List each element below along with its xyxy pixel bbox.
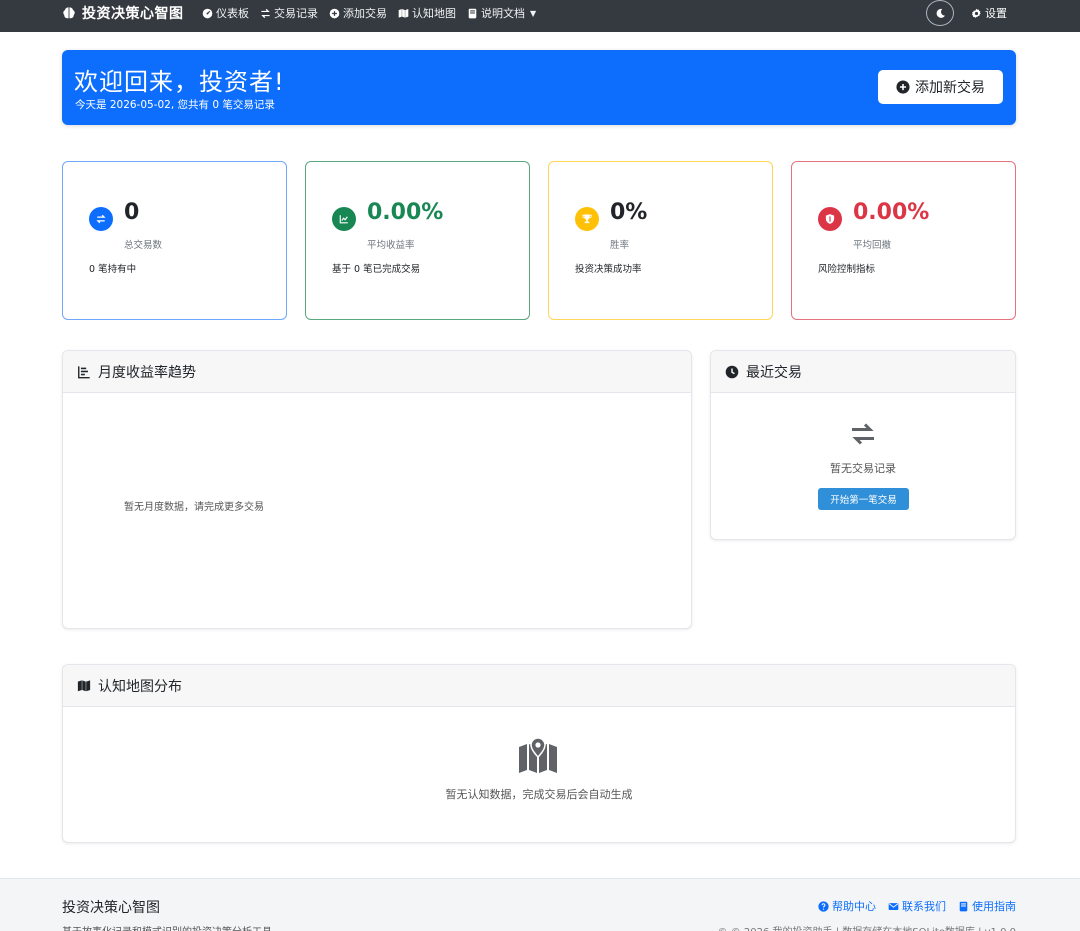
footer-link-guide[interactable]: 使用指南	[958, 898, 1016, 914]
footer-link-contact[interactable]: 联系我们	[888, 898, 946, 914]
nav-dashboard[interactable]: 仪表板	[202, 5, 249, 21]
nav-trades-label: 交易记录	[274, 7, 318, 20]
cognitive-map-panel: 认知地图分布 暂无认知数据，完成交易后会自动生成	[62, 664, 1016, 843]
start-first-trade-button[interactable]: 开始第一笔交易	[818, 488, 909, 510]
settings-label: 设置	[985, 7, 1007, 20]
footer-description: 基于故事化记录和模式识别的投资决策分析工具	[62, 923, 272, 931]
plus-circle-icon	[896, 80, 910, 94]
stat-value: 0.00%	[367, 200, 444, 225]
chart-line-icon	[332, 207, 356, 231]
add-new-trade-label: 添加新交易	[915, 80, 985, 96]
nav-cognitive-map[interactable]: 认知地图	[398, 5, 456, 21]
add-new-trade-button[interactable]: 添加新交易	[878, 70, 1003, 104]
envelope-icon	[888, 902, 899, 910]
recent-panel-title: 最近交易	[746, 364, 802, 381]
stat-label: 平均回撤	[853, 240, 892, 251]
book-icon	[468, 8, 477, 18]
stat-card-avg-drawdown: 0.00% 平均回撤 风险控制指标	[791, 161, 1016, 320]
stat-note: 风险控制指标	[818, 264, 876, 275]
welcome-banner: 欢迎回来，投资者! 今天是 2026-05-02, 您共有 0 笔交易记录 添加…	[62, 50, 1016, 125]
brain-icon	[63, 7, 75, 19]
clock-icon	[725, 365, 739, 378]
nav-add-trade[interactable]: 添加交易	[329, 5, 387, 21]
map-icon	[77, 679, 91, 691]
footer-link-help-label: 帮助中心	[832, 900, 876, 913]
nav-docs-label: 说明文档	[481, 7, 525, 20]
brand-title: 投资决策心智图	[82, 6, 184, 22]
stat-note: 基于 0 笔已完成交易	[332, 264, 421, 275]
cognitive-map-panel-title: 认知地图分布	[98, 678, 182, 695]
question-circle-icon	[818, 900, 829, 912]
top-navbar: 投资决策心智图 仪表板 交易记录 添加交易 认知地图 说明文档 ▼ 设置	[0, 0, 1080, 32]
stat-note: 投资决策成功率	[575, 264, 642, 275]
nav-trades[interactable]: 交易记录	[260, 5, 318, 21]
monthly-return-panel: 月度收益率趋势 暂无月度数据，请完成更多交易	[62, 350, 692, 629]
footer: 投资决策心智图 基于故事化记录和模式识别的投资决策分析工具 帮助中心 联系我们 …	[0, 878, 1080, 931]
dashboard-icon	[202, 8, 213, 18]
stat-card-total-trades: 0 总交易数 0 笔持有中	[62, 161, 287, 320]
footer-links: 帮助中心 联系我们 使用指南	[818, 898, 1016, 914]
recent-trades-panel: 最近交易 暂无交易记录 开始第一笔交易	[710, 350, 1016, 540]
plus-circle-icon	[329, 8, 340, 18]
panel-header: 最近交易	[711, 351, 1015, 393]
nav-links: 仪表板 交易记录 添加交易 认知地图 说明文档 ▼	[202, 0, 536, 26]
theme-toggle-button[interactable]	[926, 0, 954, 26]
nav-cognitive-map-label: 认知地图	[412, 7, 456, 20]
welcome-title: 欢迎回来，投资者!	[74, 68, 285, 96]
brand[interactable]: 投资决策心智图	[62, 0, 184, 26]
map-icon	[398, 8, 409, 18]
stat-label: 总交易数	[124, 240, 163, 251]
footer-title: 投资决策心智图	[62, 900, 160, 916]
settings-link[interactable]: 设置	[971, 0, 1007, 26]
recent-empty-text: 暂无交易记录	[830, 462, 896, 475]
footer-link-help[interactable]: 帮助中心	[818, 898, 876, 914]
stat-card-win-rate: 0% 胜率 投资决策成功率	[548, 161, 773, 320]
moon-icon	[936, 8, 945, 18]
trophy-icon	[575, 207, 599, 231]
panel-header: 月度收益率趋势	[63, 351, 691, 393]
footer-copyright: © © 2026 我的投资助手 | 数据存储在本地SQLite数据库 | v1.…	[718, 923, 1016, 931]
monthly-panel-title: 月度收益率趋势	[98, 364, 196, 381]
stat-value: 0%	[610, 200, 648, 225]
map-marker-icon	[519, 737, 557, 773]
exchange-icon	[89, 207, 113, 231]
footer-link-contact-label: 联系我们	[902, 900, 946, 913]
panel-header: 认知地图分布	[63, 665, 1015, 707]
exchange-icon	[852, 423, 874, 445]
stat-note: 0 笔持有中	[89, 264, 137, 275]
cognitive-map-empty-text: 暂无认知数据，完成交易后会自动生成	[445, 788, 633, 801]
exchange-icon	[261, 8, 270, 18]
bar-chart-icon	[78, 365, 90, 378]
stat-card-avg-return: 0.00% 平均收益率 基于 0 笔已完成交易	[305, 161, 530, 320]
book-icon	[959, 901, 968, 911]
nav-dashboard-label: 仪表板	[216, 7, 249, 20]
stat-label: 平均收益率	[367, 240, 415, 251]
chevron-down-icon: ▼	[530, 8, 537, 18]
stat-value: 0	[124, 200, 140, 225]
footer-link-guide-label: 使用指南	[972, 900, 1016, 913]
nav-add-trade-label: 添加交易	[343, 7, 387, 20]
shield-icon	[818, 207, 842, 231]
monthly-empty-text: 暂无月度数据，请完成更多交易	[124, 502, 264, 513]
nav-docs-dropdown[interactable]: 说明文档 ▼	[467, 5, 536, 21]
stat-label: 胜率	[610, 240, 630, 251]
gear-icon	[971, 8, 981, 18]
stat-value: 0.00%	[853, 200, 930, 225]
welcome-subtitle: 今天是 2026-05-02, 您共有 0 笔交易记录	[75, 99, 275, 111]
